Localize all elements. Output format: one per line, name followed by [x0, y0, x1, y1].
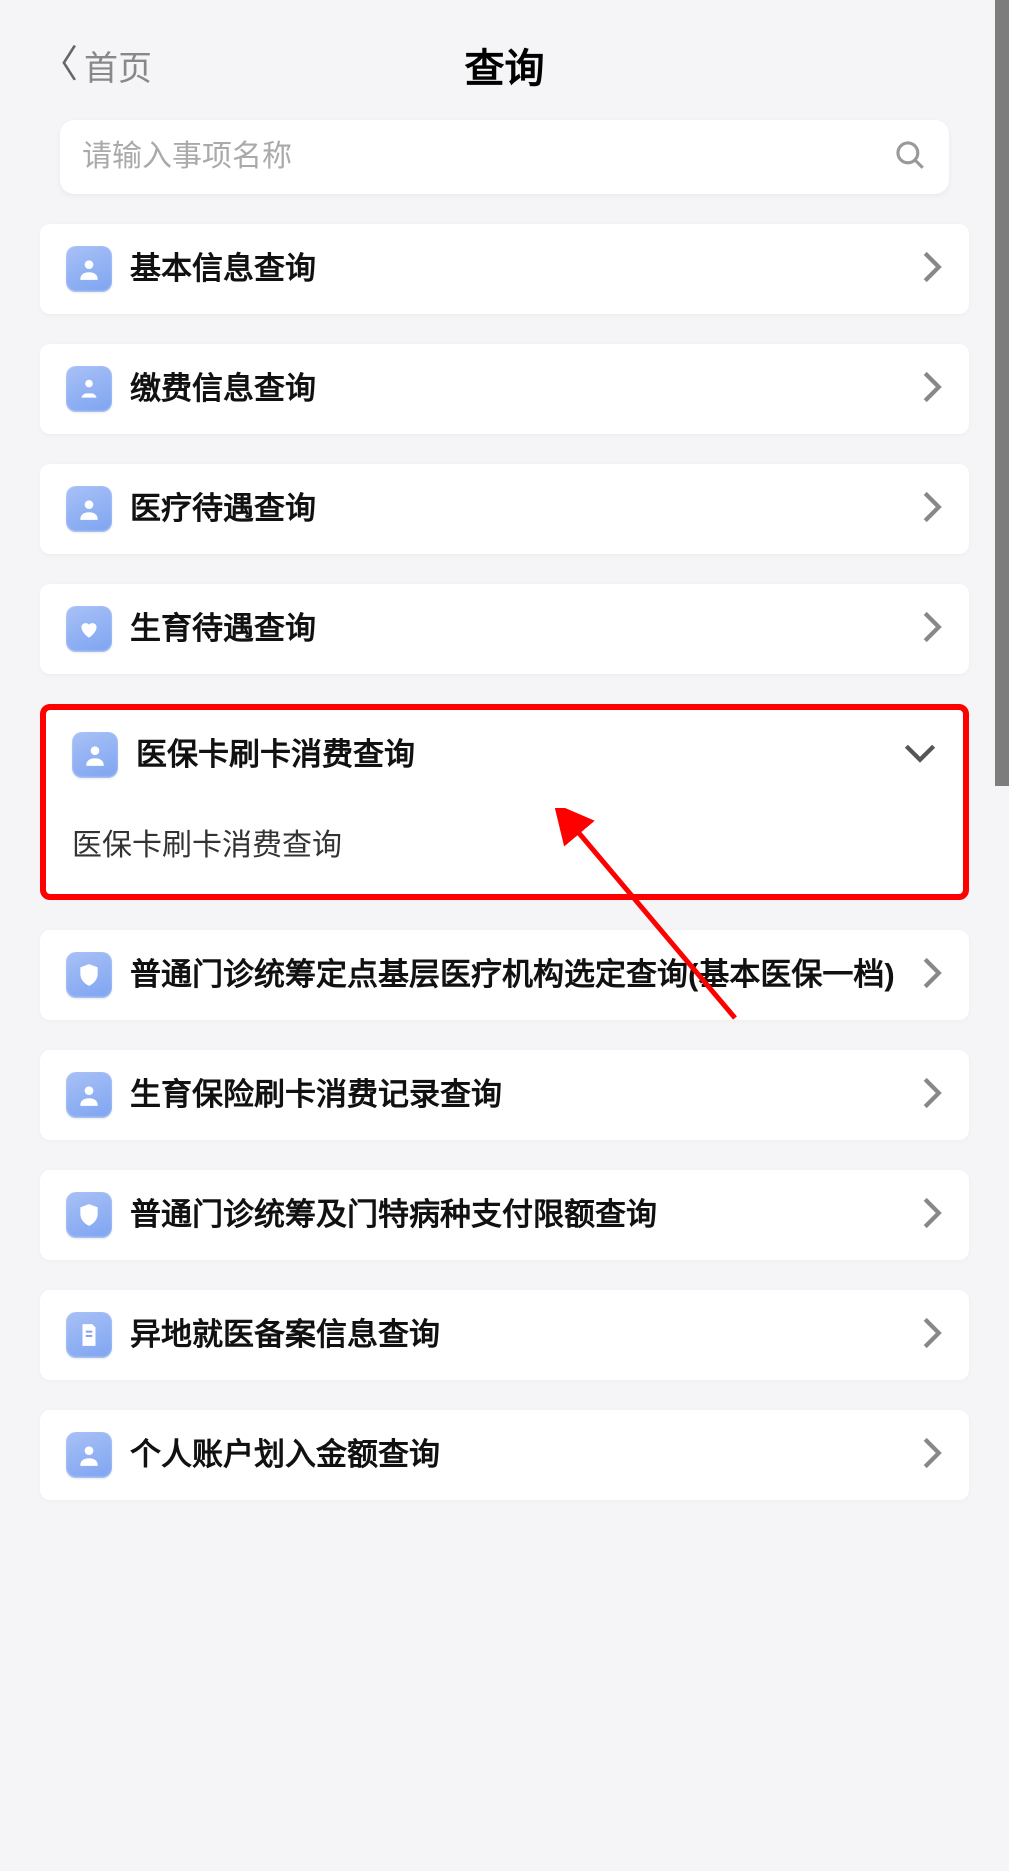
chevron-right-icon — [921, 250, 943, 289]
person-icon — [66, 1432, 112, 1478]
chevron-right-icon — [921, 1076, 943, 1115]
item-label: 异地就医备案信息查询 — [130, 1313, 909, 1356]
item-label: 普通门诊统筹及门特病种支付限额查询 — [130, 1193, 909, 1236]
back-button[interactable]: 〈 首页 — [40, 41, 152, 90]
chevron-right-icon — [921, 1316, 943, 1355]
chevron-right-icon — [921, 1436, 943, 1475]
item-label: 缴费信息查询 — [130, 367, 909, 410]
person-icon — [66, 1072, 112, 1118]
hand-icon — [66, 366, 112, 412]
sub-item[interactable]: 医保卡刷卡消费查询 — [46, 800, 963, 894]
shield-icon — [66, 1192, 112, 1238]
scrollbar[interactable] — [995, 0, 1009, 786]
chevron-right-icon — [921, 956, 943, 995]
list-item[interactable]: 普通门诊统筹定点基层医疗机构选定查询(基本医保一档) — [40, 930, 969, 1020]
item-label: 基本信息查询 — [130, 247, 909, 290]
query-list: 基本信息查询 缴费信息查询 医疗待遇 — [0, 224, 1009, 1500]
chevron-right-icon — [921, 490, 943, 529]
item-label: 医疗待遇查询 — [130, 487, 909, 530]
list-item[interactable]: 基本信息查询 — [40, 224, 969, 314]
person-icon — [66, 486, 112, 532]
list-item[interactable]: 缴费信息查询 — [40, 344, 969, 434]
highlighted-annotation: 医保卡刷卡消费查询 医保卡刷卡消费查询 — [40, 704, 969, 900]
chevron-right-icon — [921, 610, 943, 649]
list-item[interactable]: 医疗待遇查询 — [40, 464, 969, 554]
chevron-left-icon: 〈 — [40, 46, 78, 84]
search-icon[interactable] — [893, 138, 927, 177]
list-item[interactable]: 生育保险刷卡消费记录查询 — [40, 1050, 969, 1140]
item-label: 普通门诊统筹定点基层医疗机构选定查询(基本医保一档) — [130, 953, 909, 996]
list-item[interactable]: 普通门诊统筹及门特病种支付限额查询 — [40, 1170, 969, 1260]
header: 〈 首页 查询 — [0, 30, 1009, 100]
back-label: 首页 — [84, 41, 152, 90]
chevron-right-icon — [921, 1196, 943, 1235]
chevron-down-icon — [903, 742, 937, 769]
person-icon — [66, 246, 112, 292]
doc-icon — [66, 1312, 112, 1358]
list-item[interactable]: 异地就医备案信息查询 — [40, 1290, 969, 1380]
list-item[interactable]: 生育待遇查询 — [40, 584, 969, 674]
shield-icon — [66, 952, 112, 998]
item-label: 生育待遇查询 — [130, 607, 909, 650]
item-label: 个人账户划入金额查询 — [130, 1433, 909, 1476]
list-item[interactable]: 个人账户划入金额查询 — [40, 1410, 969, 1500]
item-label: 生育保险刷卡消费记录查询 — [130, 1073, 909, 1116]
item-label: 医保卡刷卡消费查询 — [136, 733, 891, 776]
heart-hands-icon — [66, 606, 112, 652]
search-bar[interactable] — [60, 120, 949, 194]
person-icon — [72, 732, 118, 778]
chevron-right-icon — [921, 370, 943, 409]
list-item-expanded[interactable]: 医保卡刷卡消费查询 医保卡刷卡消费查询 — [46, 710, 963, 894]
search-input[interactable] — [82, 140, 893, 174]
page-title: 查询 — [465, 36, 545, 94]
